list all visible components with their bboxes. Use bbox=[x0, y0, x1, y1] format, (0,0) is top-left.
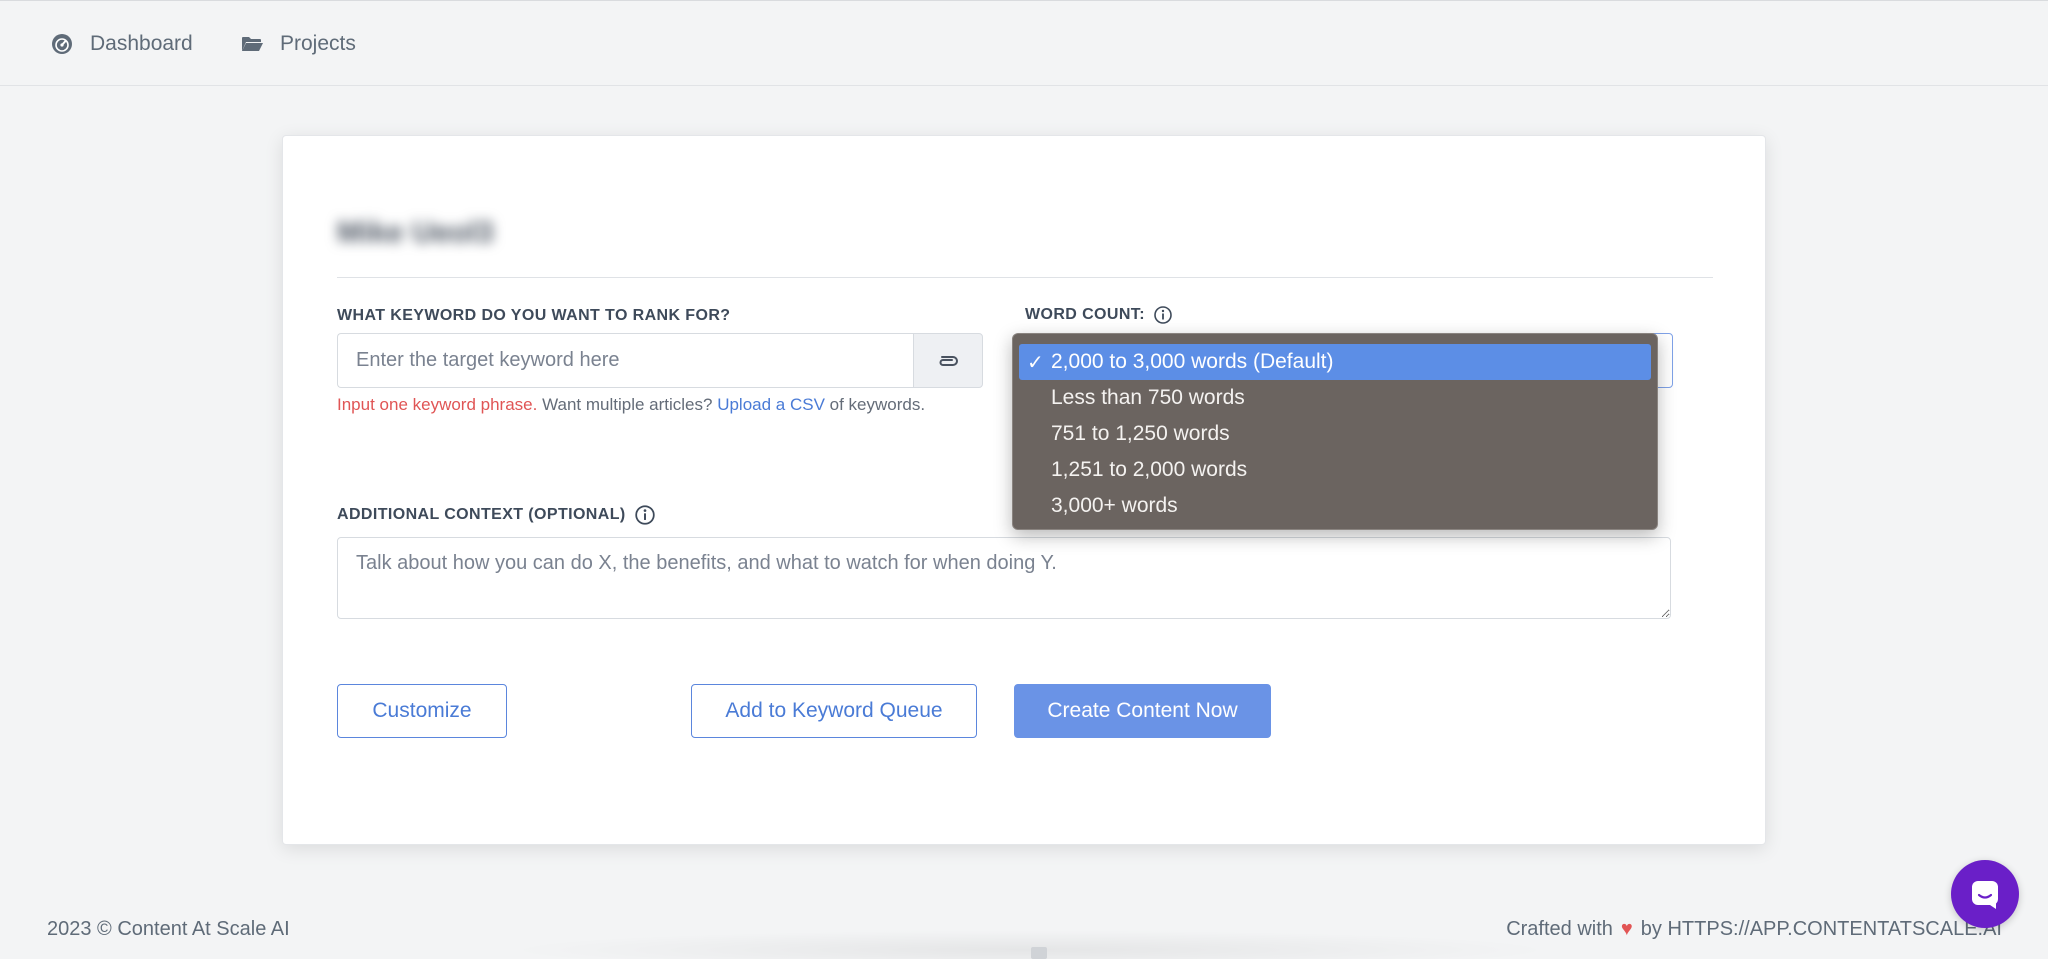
chat-icon bbox=[1972, 881, 1998, 909]
footer-crafted-suffix[interactable]: by HTTPS://APP.CONTENTATSCALE.AI bbox=[1641, 918, 2002, 941]
context-label: ADDITIONAL CONTEXT (OPTIONAL) bbox=[337, 504, 656, 526]
word-count-option[interactable]: Less than 750 words bbox=[1019, 380, 1651, 416]
add-to-keyword-queue-button[interactable]: Add to Keyword Queue bbox=[691, 684, 977, 738]
footer-copyright: 2023 © Content At Scale AI bbox=[47, 918, 290, 940]
nav-dashboard[interactable]: Dashboard bbox=[50, 29, 193, 59]
dashboard-icon bbox=[52, 34, 72, 54]
top-navbar: Dashboard Projects bbox=[0, 0, 2048, 86]
nav-dashboard-label: Dashboard bbox=[90, 32, 193, 55]
keyword-label-text: WHAT KEYWORD DO YOU WANT TO RANK FOR? bbox=[337, 307, 731, 324]
word-count-option-label: 3,000+ words bbox=[1051, 494, 1178, 517]
keyword-help-middle: Want multiple articles? bbox=[537, 395, 718, 414]
context-textarea[interactable] bbox=[337, 537, 1671, 619]
word-count-label-text: WORD COUNT: bbox=[1025, 306, 1145, 323]
nav-projects[interactable]: Projects bbox=[240, 29, 356, 59]
info-icon[interactable] bbox=[634, 504, 656, 526]
upload-csv-link[interactable]: Upload a CSV bbox=[717, 395, 825, 414]
bottom-shadow bbox=[500, 930, 1560, 959]
keyword-help-error: Input one keyword phrase. bbox=[337, 395, 538, 414]
word-count-option[interactable]: 751 to 1,250 words bbox=[1019, 416, 1651, 452]
title-divider bbox=[337, 277, 1713, 278]
create-content-now-button[interactable]: Create Content Now bbox=[1014, 684, 1271, 738]
keyword-input[interactable] bbox=[337, 333, 913, 388]
chat-launcher-button[interactable] bbox=[1951, 860, 2019, 928]
word-count-option-label: 751 to 1,250 words bbox=[1051, 422, 1230, 445]
word-count-option[interactable]: 3,000+ words bbox=[1019, 488, 1651, 524]
footer-credits: Crafted with ♥ by HTTPS://APP.CONTENTATS… bbox=[1506, 918, 2002, 941]
word-count-option[interactable]: 1,251 to 2,000 words bbox=[1019, 452, 1651, 488]
nav-projects-label: Projects bbox=[280, 32, 356, 55]
page-title: Mike Ueol3 bbox=[337, 216, 494, 249]
customize-button[interactable]: Customize bbox=[337, 684, 507, 738]
info-icon[interactable] bbox=[1153, 305, 1173, 325]
keyword-help-text: Input one keyword phrase. Want multiple … bbox=[337, 395, 925, 415]
context-label-text: ADDITIONAL CONTEXT (OPTIONAL) bbox=[337, 506, 626, 523]
keyword-help-tail: of keywords. bbox=[824, 395, 926, 414]
heart-icon: ♥ bbox=[1620, 918, 1633, 940]
footer-crafted-prefix: Crafted with bbox=[1506, 918, 1613, 940]
checkmark-icon: ✓ bbox=[1027, 351, 1044, 374]
word-count-option[interactable]: ✓ 2,000 to 3,000 words (Default) bbox=[1019, 344, 1651, 380]
word-count-dropdown-menu[interactable]: ✓ 2,000 to 3,000 words (Default) Less th… bbox=[1012, 333, 1658, 530]
word-count-option-label: 1,251 to 2,000 words bbox=[1051, 458, 1248, 481]
word-count-label: WORD COUNT: bbox=[1025, 305, 1173, 325]
word-count-option-label: Less than 750 words bbox=[1051, 386, 1245, 409]
attach-csv-button[interactable] bbox=[913, 333, 983, 388]
word-count-option-label: 2,000 to 3,000 words (Default) bbox=[1051, 350, 1334, 373]
folder-open-icon bbox=[242, 37, 263, 51]
paperclip-icon bbox=[939, 355, 958, 366]
resize-handle[interactable] bbox=[1031, 947, 1047, 959]
keyword-label: WHAT KEYWORD DO YOU WANT TO RANK FOR? bbox=[337, 307, 730, 325]
